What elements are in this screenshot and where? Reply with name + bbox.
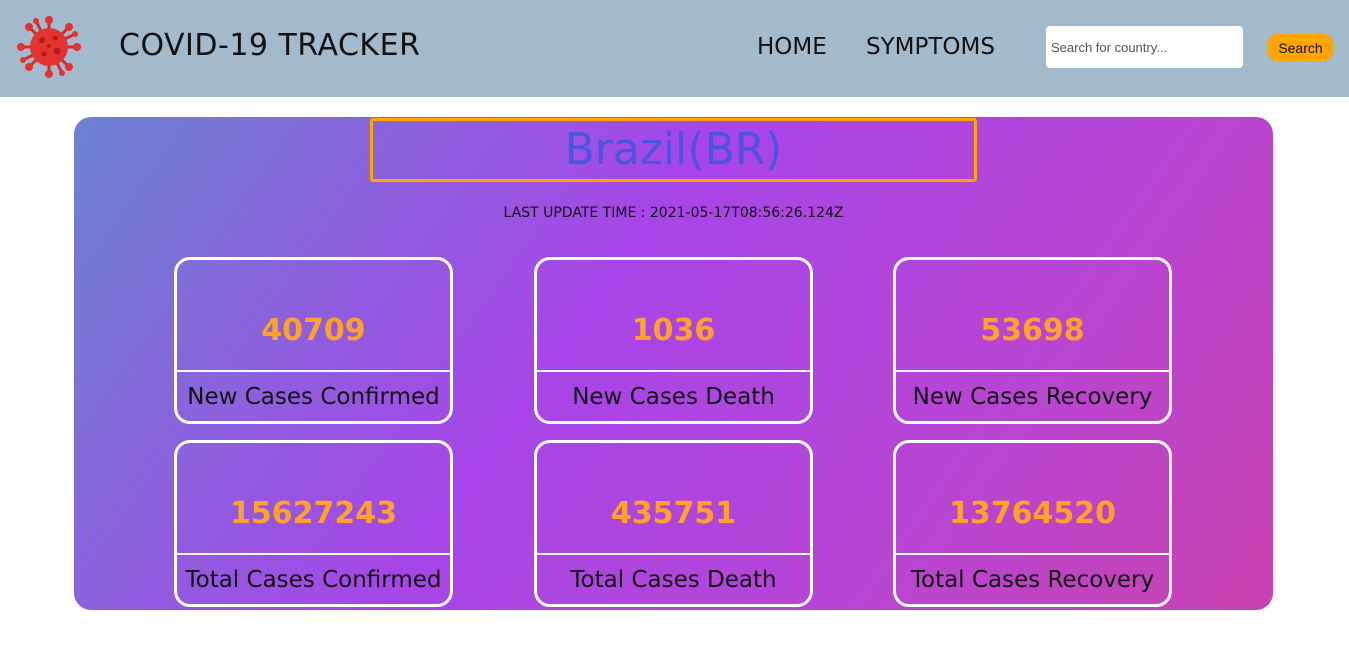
nav-home-link[interactable]: HOME [757, 34, 827, 60]
stat-card-total-confirmed: 15627243 Total Cases Confirmed [174, 440, 453, 607]
navbar: COVID-19 TRACKER HOME SYMPTOMS Search [0, 0, 1349, 97]
stat-card-new-recovery: 53698 New Cases Recovery [893, 257, 1172, 424]
stat-value: 13764520 [896, 443, 1169, 555]
stats-panel: Brazil(BR) LAST UPDATE TIME : 2021-05-17… [74, 117, 1273, 610]
stat-value: 1036 [537, 260, 810, 372]
stat-label: New Cases Confirmed [187, 384, 440, 410]
stat-label: New Cases Death [572, 384, 775, 410]
country-title: Brazil(BR) [370, 118, 977, 182]
search-button[interactable]: Search [1268, 34, 1333, 61]
nav-symptoms-link[interactable]: SYMPTOMS [866, 34, 995, 60]
stat-card-total-death: 435751 Total Cases Death [534, 440, 813, 607]
app-title: COVID-19 TRACKER [119, 28, 421, 63]
stat-label: New Cases Recovery [912, 384, 1153, 410]
stat-value: 40709 [177, 260, 450, 372]
stat-card-new-confirmed: 40709 New Cases Confirmed [174, 257, 453, 424]
coronavirus-icon[interactable] [17, 16, 81, 78]
stat-card-total-recovery: 13764520 Total Cases Recovery [893, 440, 1172, 607]
stat-card-new-death: 1036 New Cases Death [534, 257, 813, 424]
stat-value: 435751 [537, 443, 810, 555]
stat-value: 53698 [896, 260, 1169, 372]
stat-label: Total Cases Confirmed [185, 567, 442, 593]
stat-label: Total Cases Recovery [910, 567, 1155, 593]
stat-value: 15627243 [177, 443, 450, 555]
stat-label: Total Cases Death [570, 567, 777, 593]
last-update-time: LAST UPDATE TIME : 2021-05-17T08:56:26.1… [503, 205, 844, 221]
country-search-input[interactable] [1046, 26, 1243, 68]
